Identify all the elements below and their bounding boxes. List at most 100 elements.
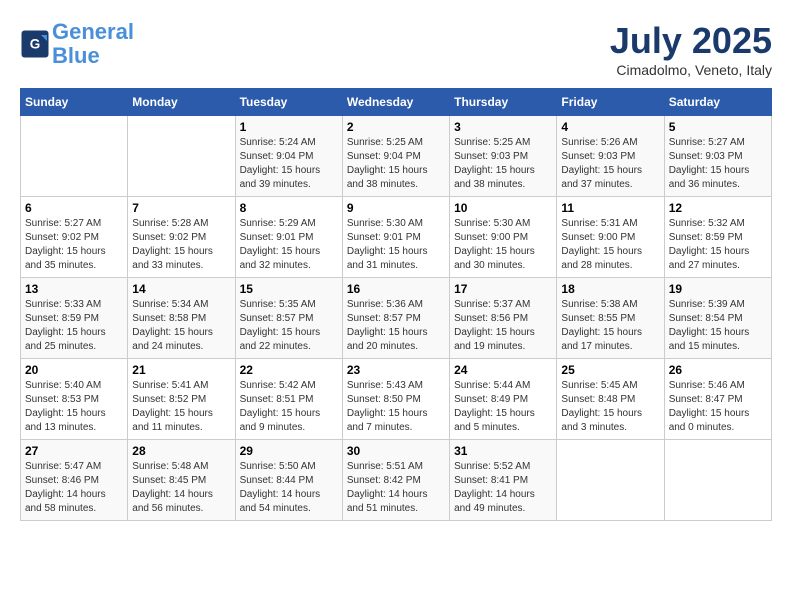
day-info: Sunrise: 5:43 AM Sunset: 8:50 PM Dayligh… <box>347 379 445 435</box>
week-row-4: 27 Sunrise: 5:47 AM Sunset: 8:46 PM Dayli… <box>21 440 772 521</box>
month-title: July 2025 <box>610 20 772 62</box>
calendar-cell: 23Sunrise: 5:43 AM Sunset: 8:50 PM Dayli… <box>342 359 449 440</box>
day-info: Sunrise: 5:42 AM Sunset: 8:51 PM Dayligh… <box>240 379 338 435</box>
calendar-cell: 16Sunrise: 5:36 AM Sunset: 8:57 PM Dayli… <box>342 278 449 359</box>
day-number: 20 <box>25 363 123 377</box>
weekday-header-friday: Friday <box>557 89 664 116</box>
day-number: 26 <box>669 363 767 377</box>
logo-text: General Blue <box>52 20 134 68</box>
day-number: 16 <box>347 282 445 296</box>
day-info: Sunrise: 5:34 AM Sunset: 8:58 PM Dayligh… <box>132 298 230 354</box>
calendar-cell: 14 Sunrise: 5:34 AM Sunset: 8:58 PM Dayli… <box>128 278 235 359</box>
day-number: 4 <box>561 120 659 134</box>
day-number: 12 <box>669 201 767 215</box>
calendar-cell: 19 Sunrise: 5:39 AM Sunset: 8:54 PM Dayli… <box>664 278 771 359</box>
day-number: 1 <box>240 120 338 134</box>
logo-line2: Blue <box>52 43 100 68</box>
day-info: Sunrise: 5:27 AM Sunset: 9:02 PM Dayligh… <box>25 217 123 273</box>
day-number: 7 <box>132 201 230 215</box>
calendar-cell: 6 Sunrise: 5:27 AM Sunset: 9:02 PM Daylig… <box>21 197 128 278</box>
weekday-header-saturday: Saturday <box>664 89 771 116</box>
day-number: 9 <box>347 201 445 215</box>
day-info: Sunrise: 5:30 AM Sunset: 9:00 PM Dayligh… <box>454 217 552 273</box>
week-row-3: 20 Sunrise: 5:40 AM Sunset: 8:53 PM Dayli… <box>21 359 772 440</box>
day-info: Sunrise: 5:37 AM Sunset: 8:56 PM Dayligh… <box>454 298 552 354</box>
day-number: 24 <box>454 363 552 377</box>
calendar-cell <box>21 116 128 197</box>
day-info: Sunrise: 5:27 AM Sunset: 9:03 PM Dayligh… <box>669 136 767 192</box>
day-number: 21 <box>132 363 230 377</box>
day-info: Sunrise: 5:44 AM Sunset: 8:49 PM Dayligh… <box>454 379 552 435</box>
calendar-cell: 3Sunrise: 5:25 AM Sunset: 9:03 PM Daylig… <box>450 116 557 197</box>
calendar-cell: 12 Sunrise: 5:32 AM Sunset: 8:59 PM Dayli… <box>664 197 771 278</box>
day-number: 13 <box>25 282 123 296</box>
day-number: 27 <box>25 444 123 458</box>
calendar-cell: 10 Sunrise: 5:30 AM Sunset: 9:00 PM Dayli… <box>450 197 557 278</box>
calendar-cell: 20 Sunrise: 5:40 AM Sunset: 8:53 PM Dayli… <box>21 359 128 440</box>
logo-line1: General <box>52 19 134 44</box>
weekday-header-monday: Monday <box>128 89 235 116</box>
day-number: 10 <box>454 201 552 215</box>
day-number: 28 <box>132 444 230 458</box>
calendar-cell: 2Sunrise: 5:25 AM Sunset: 9:04 PM Daylig… <box>342 116 449 197</box>
svg-text:G: G <box>30 37 41 52</box>
calendar-cell: 24 Sunrise: 5:44 AM Sunset: 8:49 PM Dayli… <box>450 359 557 440</box>
day-info: Sunrise: 5:52 AM Sunset: 8:41 PM Dayligh… <box>454 460 552 516</box>
calendar-cell: 29 Sunrise: 5:50 AM Sunset: 8:44 PM Dayli… <box>235 440 342 521</box>
day-number: 14 <box>132 282 230 296</box>
calendar-cell: 13 Sunrise: 5:33 AM Sunset: 8:59 PM Dayli… <box>21 278 128 359</box>
calendar-cell: 31 Sunrise: 5:52 AM Sunset: 8:41 PM Dayli… <box>450 440 557 521</box>
calendar-cell: 27 Sunrise: 5:47 AM Sunset: 8:46 PM Dayli… <box>21 440 128 521</box>
day-number: 18 <box>561 282 659 296</box>
weekday-header-thursday: Thursday <box>450 89 557 116</box>
week-row-2: 13 Sunrise: 5:33 AM Sunset: 8:59 PM Dayli… <box>21 278 772 359</box>
day-number: 31 <box>454 444 552 458</box>
weekday-header-row: SundayMondayTuesdayWednesdayThursdayFrid… <box>21 89 772 116</box>
weekday-header-sunday: Sunday <box>21 89 128 116</box>
logo: G General Blue <box>20 20 134 68</box>
calendar-cell <box>128 116 235 197</box>
day-number: 17 <box>454 282 552 296</box>
day-info: Sunrise: 5:31 AM Sunset: 9:00 PM Dayligh… <box>561 217 659 273</box>
calendar-cell <box>664 440 771 521</box>
calendar-cell: 7Sunrise: 5:28 AM Sunset: 9:02 PM Daylig… <box>128 197 235 278</box>
day-number: 25 <box>561 363 659 377</box>
day-number: 19 <box>669 282 767 296</box>
day-info: Sunrise: 5:40 AM Sunset: 8:53 PM Dayligh… <box>25 379 123 435</box>
day-info: Sunrise: 5:25 AM Sunset: 9:03 PM Dayligh… <box>454 136 552 192</box>
calendar-cell <box>557 440 664 521</box>
day-info: Sunrise: 5:50 AM Sunset: 8:44 PM Dayligh… <box>240 460 338 516</box>
day-info: Sunrise: 5:48 AM Sunset: 8:45 PM Dayligh… <box>132 460 230 516</box>
day-info: Sunrise: 5:41 AM Sunset: 8:52 PM Dayligh… <box>132 379 230 435</box>
calendar-cell: 26 Sunrise: 5:46 AM Sunset: 8:47 PM Dayli… <box>664 359 771 440</box>
calendar-cell: 15Sunrise: 5:35 AM Sunset: 8:57 PM Dayli… <box>235 278 342 359</box>
day-number: 22 <box>240 363 338 377</box>
day-info: Sunrise: 5:32 AM Sunset: 8:59 PM Dayligh… <box>669 217 767 273</box>
day-number: 29 <box>240 444 338 458</box>
subtitle: Cimadolmo, Veneto, Italy <box>610 62 772 78</box>
calendar-cell: 18Sunrise: 5:38 AM Sunset: 8:55 PM Dayli… <box>557 278 664 359</box>
day-info: Sunrise: 5:29 AM Sunset: 9:01 PM Dayligh… <box>240 217 338 273</box>
calendar-cell: 21 Sunrise: 5:41 AM Sunset: 8:52 PM Dayli… <box>128 359 235 440</box>
day-info: Sunrise: 5:46 AM Sunset: 8:47 PM Dayligh… <box>669 379 767 435</box>
calendar-cell: 30 Sunrise: 5:51 AM Sunset: 8:42 PM Dayli… <box>342 440 449 521</box>
week-row-0: 1Sunrise: 5:24 AM Sunset: 9:04 PM Daylig… <box>21 116 772 197</box>
day-info: Sunrise: 5:30 AM Sunset: 9:01 PM Dayligh… <box>347 217 445 273</box>
day-info: Sunrise: 5:39 AM Sunset: 8:54 PM Dayligh… <box>669 298 767 354</box>
day-number: 5 <box>669 120 767 134</box>
day-info: Sunrise: 5:25 AM Sunset: 9:04 PM Dayligh… <box>347 136 445 192</box>
calendar-cell: 28 Sunrise: 5:48 AM Sunset: 8:45 PM Dayli… <box>128 440 235 521</box>
day-info: Sunrise: 5:33 AM Sunset: 8:59 PM Dayligh… <box>25 298 123 354</box>
day-info: Sunrise: 5:35 AM Sunset: 8:57 PM Dayligh… <box>240 298 338 354</box>
weekday-header-wednesday: Wednesday <box>342 89 449 116</box>
day-number: 11 <box>561 201 659 215</box>
day-info: Sunrise: 5:47 AM Sunset: 8:46 PM Dayligh… <box>25 460 123 516</box>
calendar-cell: 25 Sunrise: 5:45 AM Sunset: 8:48 PM Dayli… <box>557 359 664 440</box>
day-info: Sunrise: 5:45 AM Sunset: 8:48 PM Dayligh… <box>561 379 659 435</box>
day-number: 30 <box>347 444 445 458</box>
calendar-table: SundayMondayTuesdayWednesdayThursdayFrid… <box>20 88 772 521</box>
day-info: Sunrise: 5:51 AM Sunset: 8:42 PM Dayligh… <box>347 460 445 516</box>
weekday-header-tuesday: Tuesday <box>235 89 342 116</box>
day-number: 6 <box>25 201 123 215</box>
calendar-cell: 9 Sunrise: 5:30 AM Sunset: 9:01 PM Daylig… <box>342 197 449 278</box>
